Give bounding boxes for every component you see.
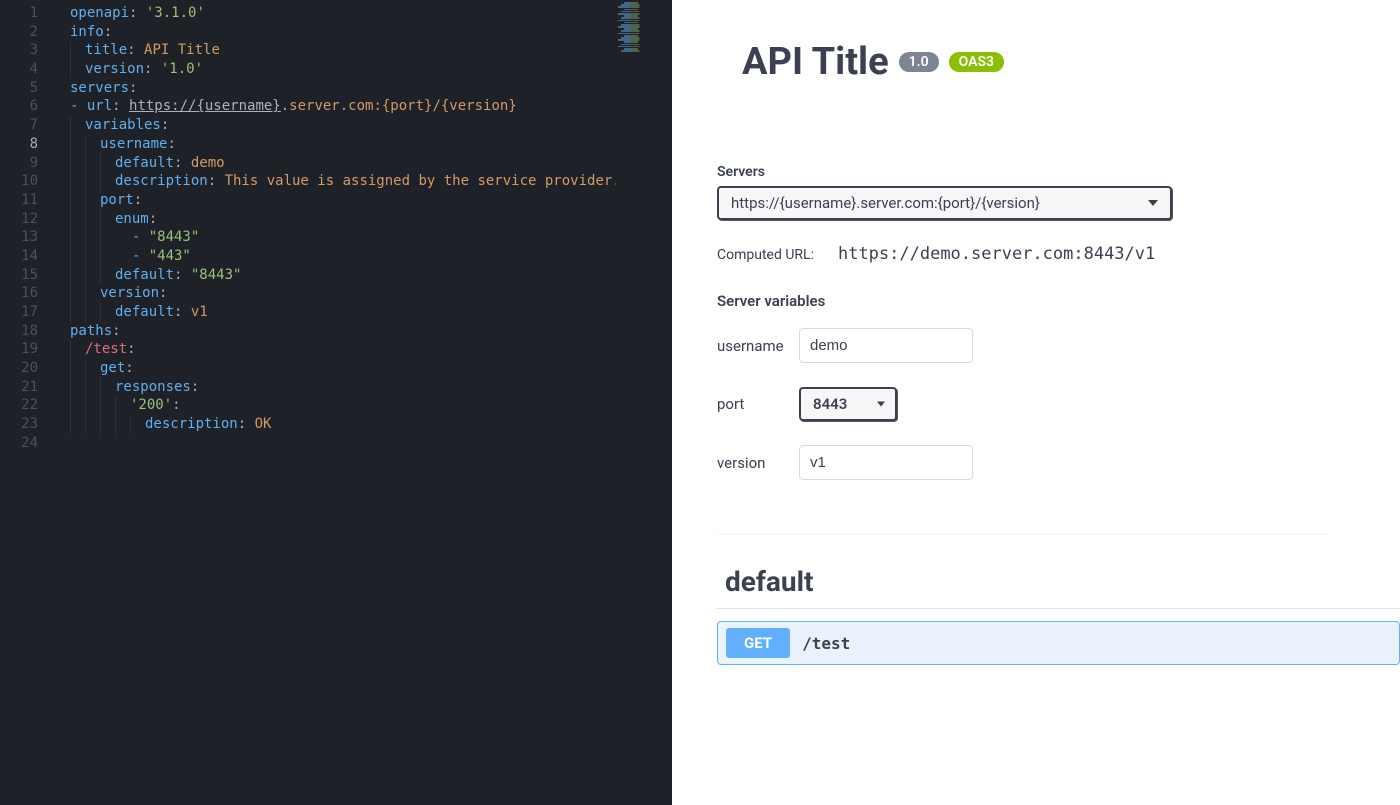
code-line[interactable]: username: <box>70 135 672 154</box>
line-number: 1 <box>0 4 56 23</box>
line-number: 10 <box>0 172 56 191</box>
computed-url-value: https://demo.server.com:8443/v1 <box>838 244 1155 264</box>
code-line[interactable]: description: This value is assigned by t… <box>70 172 672 191</box>
code-line[interactable]: port: <box>70 191 672 210</box>
code-line[interactable]: variables: <box>70 116 672 135</box>
line-number: 15 <box>0 266 56 285</box>
code-line[interactable]: version: '1.0' <box>70 60 672 79</box>
line-number: 7 <box>0 116 56 135</box>
line-number: 12 <box>0 210 56 229</box>
code-line[interactable]: default: "8443" <box>70 266 672 285</box>
line-number: 16 <box>0 284 56 303</box>
var-username-input[interactable] <box>799 328 973 363</box>
line-number: 6 <box>0 97 56 116</box>
code-line[interactable]: /test: <box>70 340 672 359</box>
operation-method-badge: GET <box>726 628 790 658</box>
line-gutter: 123456789101112131415161718192021222324 <box>0 0 56 805</box>
code-line[interactable]: default: demo <box>70 154 672 173</box>
computed-url-label: Computed URL: <box>717 247 814 263</box>
oas-badge: OAS3 <box>949 52 1004 72</box>
version-badge: 1.0 <box>899 52 939 72</box>
line-number: 21 <box>0 378 56 397</box>
code-line[interactable]: info: <box>70 23 672 42</box>
line-number: 18 <box>0 322 56 341</box>
api-title: API Title <box>742 40 889 84</box>
code-line[interactable]: openapi: '3.1.0' <box>70 4 672 23</box>
servers-label: Servers <box>717 164 1330 180</box>
minimap[interactable] <box>616 0 672 805</box>
line-number: 22 <box>0 396 56 415</box>
code-line[interactable]: title: API Title <box>70 41 672 60</box>
code-line[interactable]: default: v1 <box>70 303 672 322</box>
tag-default[interactable]: default <box>717 555 1400 609</box>
line-number: 5 <box>0 79 56 98</box>
line-number: 24 <box>0 434 56 453</box>
var-version-input[interactable] <box>799 445 973 480</box>
code-line[interactable]: enum: <box>70 210 672 229</box>
line-number: 11 <box>0 191 56 210</box>
line-number: 8 <box>0 135 56 154</box>
code-line[interactable] <box>70 434 672 453</box>
var-username-label: username <box>717 337 799 355</box>
line-number: 20 <box>0 359 56 378</box>
line-number: 19 <box>0 340 56 359</box>
line-number: 3 <box>0 41 56 60</box>
code-line[interactable]: paths: <box>70 322 672 341</box>
yaml-editor[interactable]: 123456789101112131415161718192021222324 … <box>0 0 672 805</box>
var-port-select[interactable]: 8443 <box>799 387 897 421</box>
code-line[interactable]: responses: <box>70 378 672 397</box>
operation-path: /test <box>802 634 850 653</box>
line-number: 2 <box>0 23 56 42</box>
operation-get-test[interactable]: GET /test <box>717 621 1400 665</box>
server-variables-label: Server variables <box>717 292 1330 310</box>
code-line[interactable]: - "443" <box>70 247 672 266</box>
code-line[interactable]: get: <box>70 359 672 378</box>
line-number: 17 <box>0 303 56 322</box>
code-line[interactable]: version: <box>70 284 672 303</box>
line-number: 23 <box>0 415 56 434</box>
code-line[interactable]: - "8443" <box>70 228 672 247</box>
var-port-label: port <box>717 395 799 413</box>
swagger-preview: API Title 1.0 OAS3 Servers https://{user… <box>672 0 1400 805</box>
code-line[interactable]: '200': <box>70 396 672 415</box>
line-number: 14 <box>0 247 56 266</box>
line-number: 4 <box>0 60 56 79</box>
code-line[interactable]: servers: <box>70 79 672 98</box>
server-url-select[interactable]: https://{username}.server.com:{port}/{ve… <box>717 186 1172 220</box>
line-number: 9 <box>0 154 56 173</box>
line-number: 13 <box>0 228 56 247</box>
code-area[interactable]: openapi: '3.1.0'info: title: API Title v… <box>56 0 672 805</box>
var-version-label: version <box>717 454 799 472</box>
code-line[interactable]: description: OK <box>70 415 672 434</box>
code-line[interactable]: - url: https://{username}.server.com:{po… <box>70 97 672 116</box>
